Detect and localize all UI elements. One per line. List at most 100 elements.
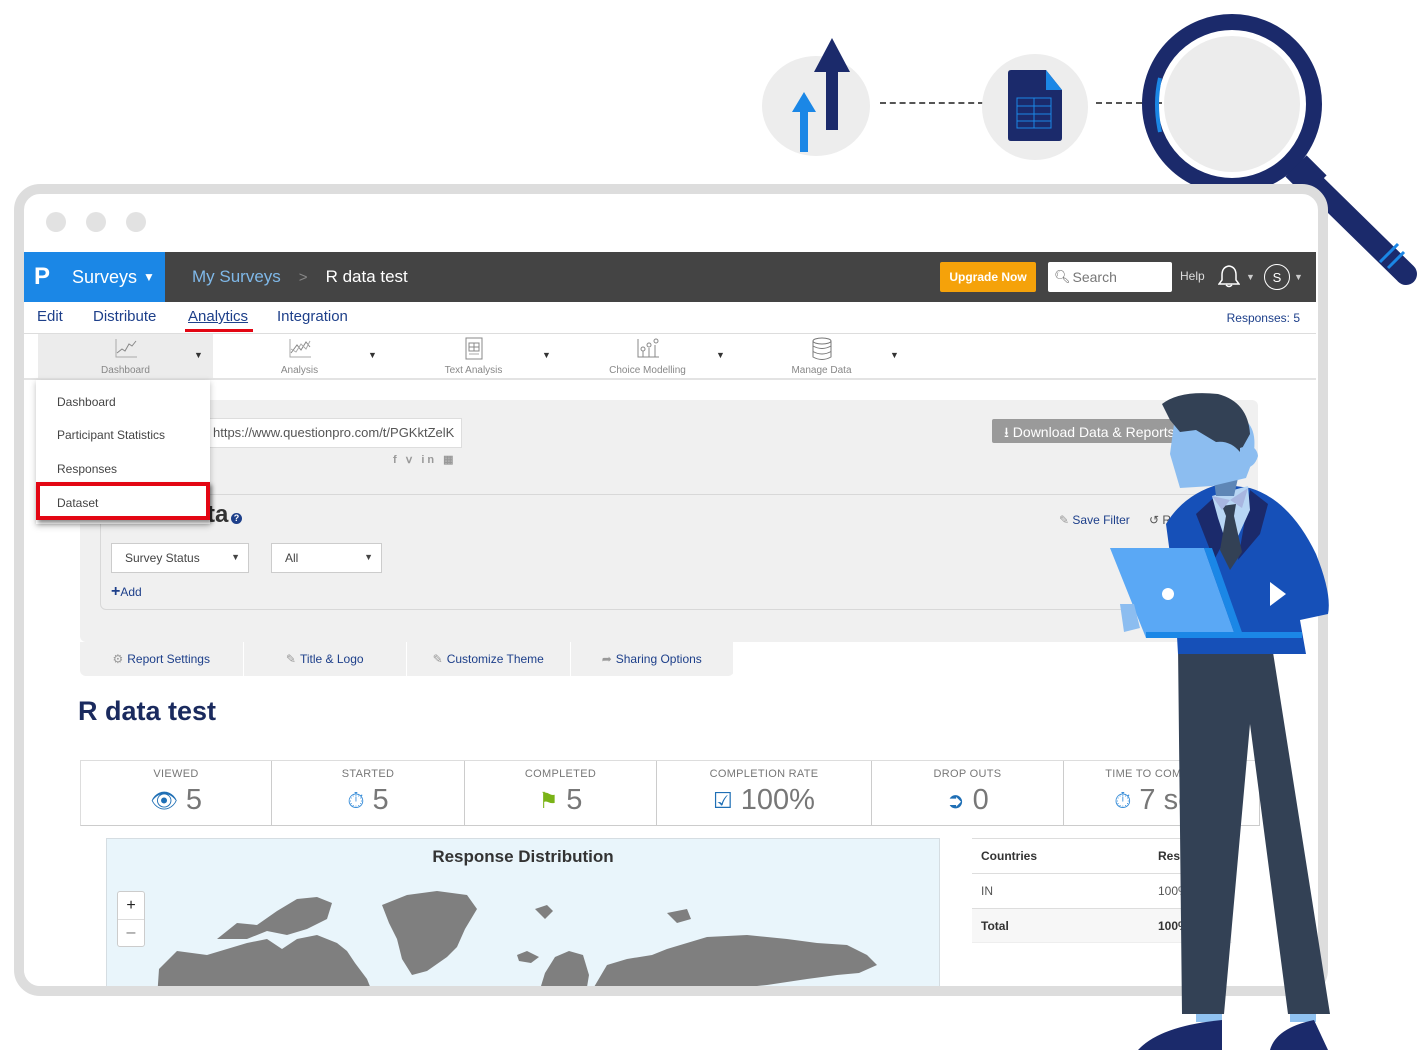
breadcrumb-my-surveys[interactable]: My Surveys bbox=[192, 267, 281, 287]
map-region-arctic-islands bbox=[667, 909, 691, 923]
checkbox-icon: ☑ bbox=[713, 787, 733, 813]
stat-label: COMPLETION RATE bbox=[709, 768, 819, 780]
toolbar-manage-data[interactable]: Manage Data ▼ bbox=[734, 334, 909, 378]
stat-value: 5 bbox=[185, 784, 203, 816]
toolbar-label: Text Analysis bbox=[444, 365, 503, 376]
product-label: Surveys bbox=[72, 266, 138, 287]
line-chart-icon bbox=[115, 339, 137, 358]
upgrade-now-button[interactable]: Upgrade Now bbox=[940, 262, 1036, 292]
plus-icon: + bbox=[111, 583, 121, 600]
toolbar-label: Manage Data bbox=[791, 365, 852, 376]
qr-code-icon[interactable]: ▦ bbox=[443, 454, 456, 466]
tab-distribute[interactable]: Distribute bbox=[93, 308, 156, 325]
map-region-iceland bbox=[517, 951, 539, 963]
survey-url-field[interactable]: https://www.questionpro.com/t/PGKktZelK bbox=[200, 418, 462, 448]
chevron-down-icon: ▼ bbox=[143, 270, 155, 284]
add-filter-button[interactable]: +Add bbox=[111, 583, 142, 601]
person-shoe-left bbox=[1138, 1020, 1222, 1050]
person-shoe-right bbox=[1270, 1020, 1328, 1050]
survey-tabs: Edit Distribute Analytics Integration Re… bbox=[24, 302, 1316, 334]
menu-item-dashboard[interactable]: Dashboard bbox=[57, 395, 116, 409]
share-filter-panel: https://www.questionpro.com/t/PGKktZelK … bbox=[80, 400, 1258, 642]
window-dot-maximize[interactable] bbox=[126, 212, 146, 232]
chevron-down-icon: ▼ bbox=[194, 350, 203, 360]
map-region-greenland bbox=[382, 891, 477, 975]
chevron-down-icon: ▼ bbox=[364, 552, 373, 562]
menu-item-responses[interactable]: Responses bbox=[57, 462, 117, 476]
user-avatar[interactable]: S bbox=[1264, 264, 1290, 290]
chevron-down-icon: ▼ bbox=[368, 350, 377, 360]
edit-icon: ✎ bbox=[432, 652, 443, 666]
exit-icon: ➲ bbox=[946, 787, 965, 813]
facebook-icon[interactable]: f bbox=[393, 454, 400, 466]
report-settings-button[interactable]: ⚙ Report Settings bbox=[80, 642, 244, 676]
response-distribution-map[interactable]: Response Distribution + – bbox=[106, 838, 940, 986]
toolbar-label: Analysis bbox=[280, 365, 319, 376]
scatter-chart-icon bbox=[637, 338, 659, 358]
toolbar-dashboard[interactable]: Dashboard ▼ bbox=[38, 334, 213, 378]
title-logo-button[interactable]: ✎ Title & Logo bbox=[244, 642, 407, 676]
download-icon: ⭳ bbox=[1004, 424, 1009, 440]
questionpro-logo: P bbox=[34, 263, 51, 290]
connector-dash-1 bbox=[880, 102, 984, 104]
map-region-north-america bbox=[157, 935, 370, 986]
tab-integration[interactable]: Integration bbox=[277, 308, 348, 325]
analytics-toolbar: Dashboard ▼ Analysis ▼ Text Analysis ▼ C… bbox=[24, 334, 1316, 380]
stat-value: 5 bbox=[372, 784, 389, 816]
breadcrumb-separator: > bbox=[298, 268, 308, 286]
tab-analytics[interactable]: Analytics bbox=[188, 308, 248, 325]
map-region-russia bbox=[594, 935, 877, 986]
stat-label: DROP OUTS bbox=[933, 768, 1002, 780]
linkedin-icon[interactable]: in bbox=[421, 454, 437, 466]
stat-started: STARTED ⏱︎ 5 bbox=[272, 761, 465, 825]
toolbar-choice-modelling[interactable]: Choice Modelling ▼ bbox=[560, 334, 735, 378]
report-title: R data test bbox=[78, 696, 217, 726]
chevron-down-icon: ▼ bbox=[890, 350, 899, 360]
toolbar-text-analysis[interactable]: Text Analysis ▼ bbox=[386, 334, 561, 378]
notification-chevron-icon[interactable]: ▼ bbox=[1246, 272, 1255, 282]
stat-value: 5 bbox=[566, 784, 583, 816]
search-icon: 🔍︎ bbox=[1054, 269, 1071, 284]
tab-edit[interactable]: Edit bbox=[37, 308, 63, 325]
chevron-down-icon: ▼ bbox=[542, 350, 551, 360]
notification-bell-icon[interactable] bbox=[1218, 264, 1240, 288]
search-placeholder: Search bbox=[1072, 269, 1117, 285]
database-icon bbox=[812, 337, 831, 360]
toolbar-label: Choice Modelling bbox=[609, 365, 686, 376]
dataset-highlight-box bbox=[36, 482, 210, 520]
toolbar-analysis[interactable]: Analysis ▼ bbox=[212, 334, 387, 378]
add-label: Add bbox=[120, 585, 142, 599]
stat-label: COMPLETED bbox=[524, 768, 597, 780]
search-input[interactable]: 🔍︎ Search bbox=[1048, 262, 1172, 292]
upload-arrows-icon bbox=[792, 38, 850, 152]
text-document-icon bbox=[465, 337, 482, 360]
user-menu-chevron-icon[interactable]: ▼ bbox=[1294, 272, 1303, 282]
edit-icon: ✎ bbox=[1059, 513, 1070, 527]
filter-field-select[interactable]: Survey Status ▼ bbox=[111, 543, 249, 573]
stat-completed: COMPLETED ⚑ 5 bbox=[465, 761, 657, 825]
window-dot-minimize[interactable] bbox=[86, 212, 106, 232]
map-region-scandinavia bbox=[541, 951, 589, 986]
flag-icon: ⚑ bbox=[538, 787, 559, 813]
help-link[interactable]: Help bbox=[1180, 269, 1205, 283]
map-region-svalbard bbox=[535, 905, 553, 919]
twitter-icon[interactable]: 𝗏 bbox=[406, 454, 416, 466]
sharing-options-button[interactable]: ➦ Sharing Options bbox=[571, 642, 734, 676]
edit-icon: ✎ bbox=[285, 652, 296, 666]
menu-item-participant-statistics[interactable]: Participant Statistics bbox=[57, 428, 165, 442]
stat-completion-rate: COMPLETION RATE ☑ 100% bbox=[657, 761, 872, 825]
subtab-label: Sharing Options bbox=[615, 652, 702, 666]
multi-line-chart-icon bbox=[289, 339, 311, 358]
customize-theme-button[interactable]: ✎ Customize Theme bbox=[407, 642, 571, 676]
stat-drop-outs: DROP OUTS ➲ 0 bbox=[872, 761, 1064, 825]
filter-value: All bbox=[285, 551, 299, 565]
eye-icon: 👁︎ bbox=[149, 787, 178, 813]
stat-label: STARTED bbox=[341, 768, 395, 780]
window-dot-close[interactable] bbox=[46, 212, 66, 232]
filter-value-select[interactable]: All ▼ bbox=[271, 543, 382, 573]
businessman-with-laptop-illustration bbox=[1110, 393, 1330, 1050]
help-question-icon[interactable]: ? bbox=[231, 513, 242, 524]
stats-bar: VIEWED 👁︎ 5 STARTED ⏱︎ 5 COMPLETED ⚑ 5 COMP… bbox=[80, 760, 1260, 826]
surveys-product-menu[interactable]: P Surveys ▼ bbox=[24, 252, 165, 302]
map-region-canadian-islands bbox=[217, 897, 332, 939]
